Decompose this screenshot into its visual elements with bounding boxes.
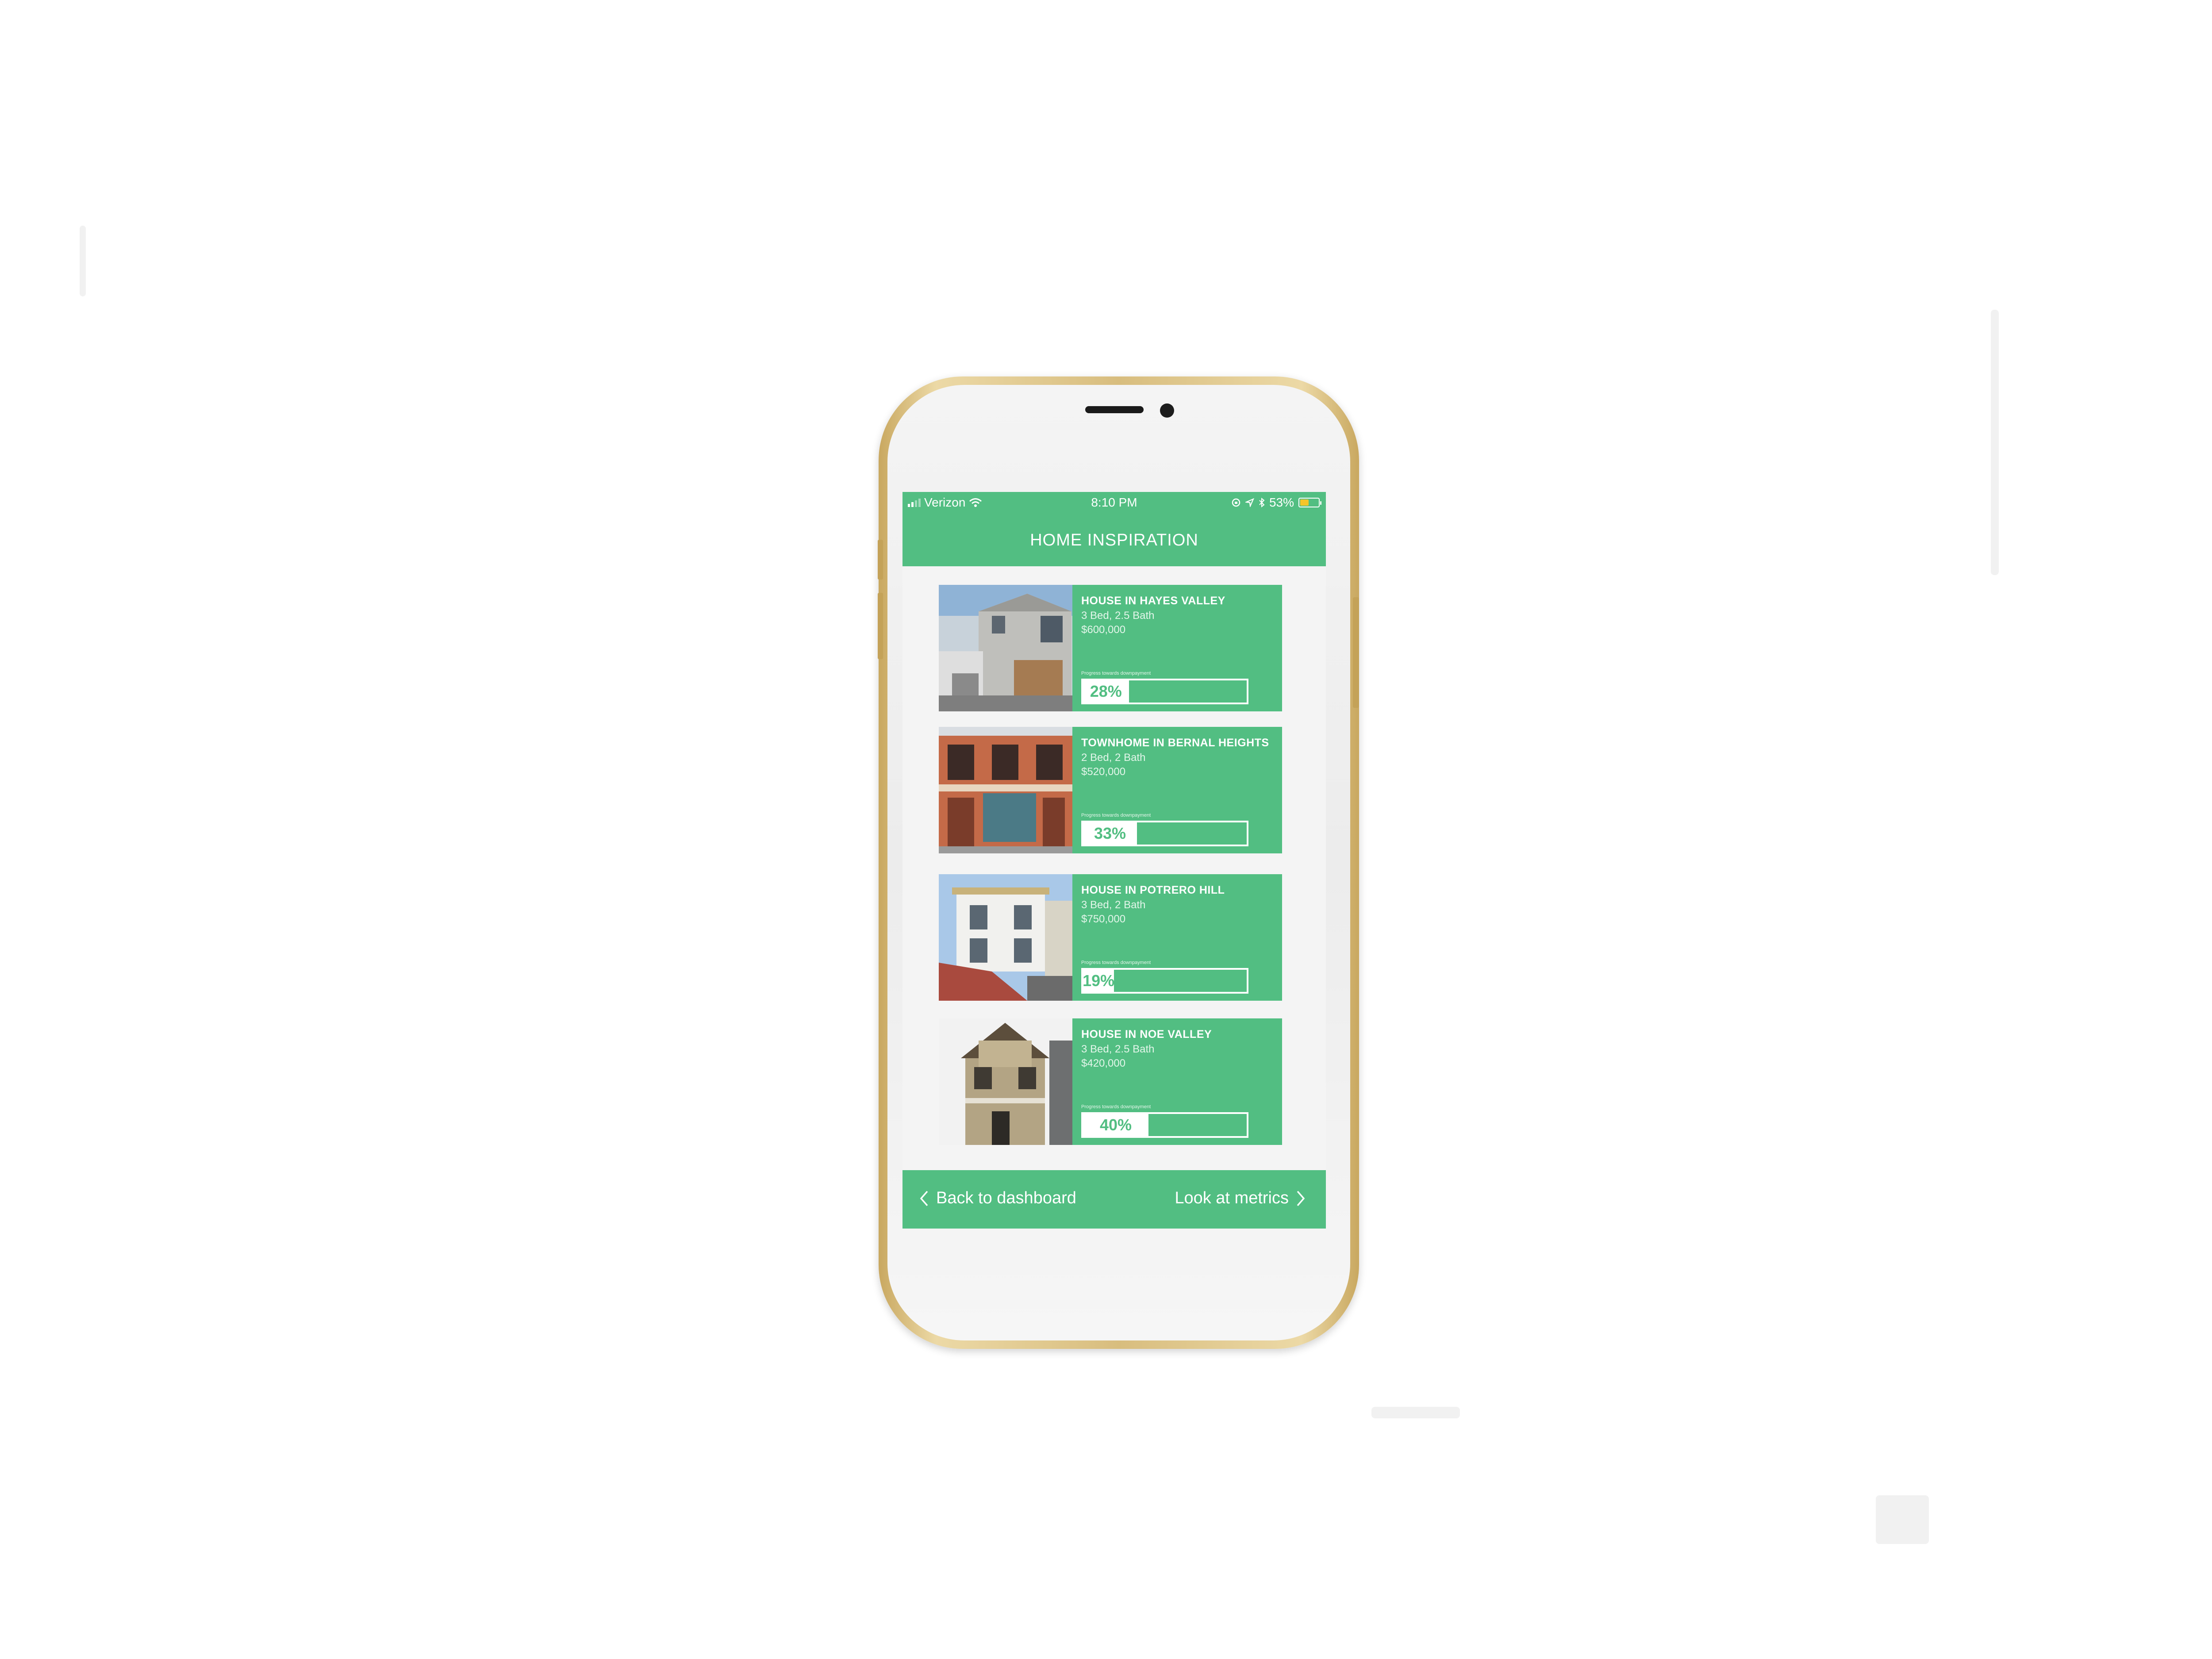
battery-icon <box>1298 498 1321 507</box>
look-at-metrics-button[interactable]: Look at metrics <box>1175 1189 1306 1208</box>
progress-fill: 28% <box>1083 680 1129 703</box>
house-photo <box>939 727 1072 853</box>
progress-fill: 40% <box>1083 1114 1148 1136</box>
battery-percent: 53% <box>1269 495 1294 509</box>
listing-beds: 3 Bed, 2.5 Bath <box>1081 1043 1155 1055</box>
bluetooth-icon <box>1259 498 1265 507</box>
page-title: HOME INSPIRATION <box>1030 530 1198 549</box>
listing-info: HOUSE IN NOE VALLEY 3 Bed, 2.5 Bath $420… <box>1072 1018 1282 1145</box>
progress-fill: 19% <box>1083 970 1114 992</box>
location-arrow-icon <box>1245 498 1254 507</box>
volume-button <box>878 540 883 580</box>
side-button <box>1353 597 1359 708</box>
house-photo <box>939 1018 1072 1145</box>
progress-bar: 40% <box>1081 1112 1248 1138</box>
status-right-group: 53% <box>1231 495 1321 510</box>
listing-beds: 2 Bed, 2 Bath <box>1081 752 1146 764</box>
progress-label: Progress towards downpayment <box>1081 1104 1151 1110</box>
listing-price: $600,000 <box>1081 624 1126 636</box>
listing-title: HOUSE IN NOE VALLEY <box>1081 1028 1212 1041</box>
battery-fill <box>1300 499 1309 506</box>
progress-bar: 28% <box>1081 679 1248 704</box>
listing-beds: 3 Bed, 2 Bath <box>1081 899 1146 911</box>
nav-bar: HOME INSPIRATION <box>902 514 1326 566</box>
earpiece-speaker <box>1085 406 1144 413</box>
listing-card[interactable]: HOUSE IN POTRERO HILL 3 Bed, 2 Bath $750… <box>939 874 1282 1001</box>
volume-button <box>878 593 883 659</box>
back-to-dashboard-button[interactable]: Back to dashboard <box>918 1189 1076 1208</box>
listing-price: $520,000 <box>1081 766 1126 778</box>
progress-bar: 19% <box>1081 968 1248 994</box>
house-photo <box>939 585 1072 711</box>
listing-info: HOUSE IN POTRERO HILL 3 Bed, 2 Bath $750… <box>1072 874 1282 1001</box>
app-screen: Verizon 8:10 PM 53% HOME INSPIRATION HOU… <box>902 492 1326 1229</box>
listing-title: HOUSE IN HAYES VALLEY <box>1081 595 1225 607</box>
chevron-right-icon <box>1297 1190 1305 1206</box>
front-camera <box>1160 403 1174 418</box>
listing-beds: 3 Bed, 2.5 Bath <box>1081 610 1155 622</box>
next-button-label: Look at metrics <box>1175 1189 1289 1207</box>
listing-price: $750,000 <box>1081 913 1126 925</box>
listing-title: TOWNHOME IN BERNAL HEIGHTS <box>1081 737 1269 749</box>
listing-title: HOUSE IN POTRERO HILL <box>1081 884 1225 896</box>
status-bar: Verizon 8:10 PM 53% <box>902 492 1326 514</box>
progress-label: Progress towards downpayment <box>1081 960 1151 965</box>
progress-label: Progress towards downpayment <box>1081 671 1151 676</box>
listing-card[interactable]: TOWNHOME IN BERNAL HEIGHTS 2 Bed, 2 Bath… <box>939 727 1282 853</box>
listing-price: $420,000 <box>1081 1057 1126 1069</box>
progress-fill: 33% <box>1083 822 1137 845</box>
lock-rotation-icon <box>1232 498 1240 507</box>
listing-card[interactable]: HOUSE IN NOE VALLEY 3 Bed, 2.5 Bath $420… <box>939 1018 1282 1145</box>
listing-info: HOUSE IN HAYES VALLEY 3 Bed, 2.5 Bath $6… <box>1072 585 1282 711</box>
listing-info: TOWNHOME IN BERNAL HEIGHTS 2 Bed, 2 Bath… <box>1072 727 1282 853</box>
progress-label: Progress towards downpayment <box>1081 813 1151 818</box>
listing-card[interactable]: HOUSE IN HAYES VALLEY 3 Bed, 2.5 Bath $6… <box>939 585 1282 711</box>
house-photo <box>939 874 1072 1001</box>
chevron-left-icon <box>920 1190 928 1206</box>
progress-bar: 33% <box>1081 821 1248 846</box>
back-button-label: Back to dashboard <box>936 1189 1076 1207</box>
footer-bar: Back to dashboard Look at metrics <box>902 1170 1326 1229</box>
